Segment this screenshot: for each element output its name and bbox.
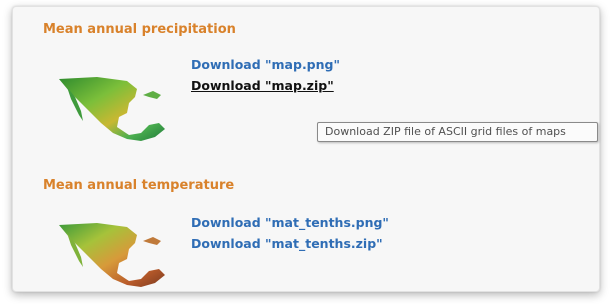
temperature-map-thumbnail — [59, 223, 165, 287]
precipitation-map-thumbnail — [59, 77, 165, 141]
downloads-panel: Mean annual precipitation Download "map.… — [12, 6, 600, 292]
download-map-png-link[interactable]: Download "map.png" — [191, 57, 340, 72]
precipitation-section-title: Mean annual precipitation — [43, 22, 236, 37]
download-zip-tooltip: Download ZIP file of ASCII grid files of… — [317, 122, 598, 142]
temperature-section-title: Mean annual temperature — [43, 178, 235, 193]
download-mat-tenths-zip-link[interactable]: Download "mat_tenths.zip" — [191, 236, 383, 251]
download-mat-tenths-png-link[interactable]: Download "mat_tenths.png" — [191, 215, 389, 230]
download-map-zip-link[interactable]: Download "map.zip" — [191, 78, 334, 93]
